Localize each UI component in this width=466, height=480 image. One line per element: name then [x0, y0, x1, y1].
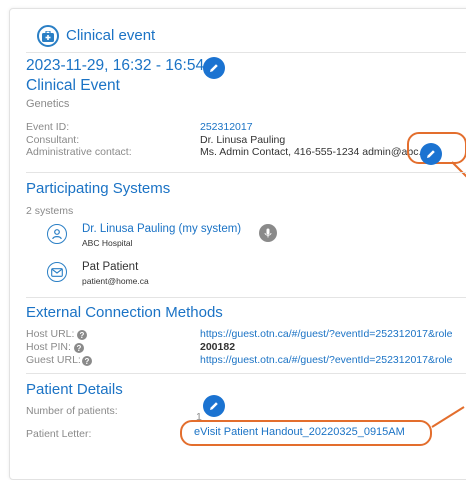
consultant-value: Dr. Linusa Pauling: [200, 134, 286, 146]
edit-patients-button[interactable]: [203, 395, 225, 417]
admin-contact-label: Administrative contact:: [26, 146, 132, 158]
pencil-icon: [427, 150, 435, 158]
admin-contact-value: Ms. Admin Contact, 416-555-1234 admin@ab…: [200, 146, 437, 158]
event-datetime: 2023-11-29, 16:32 - 16:54: [26, 57, 205, 74]
host-pin-label: Host PIN:: [26, 341, 71, 353]
patient-letter-link[interactable]: eVisit Patient Handout_20220325_0915AM: [194, 426, 405, 438]
divider: [26, 297, 466, 298]
callout-pointer-line: [451, 161, 466, 178]
systems-count: 2 systems: [26, 205, 74, 217]
edit-admin-contact-button[interactable]: [420, 143, 442, 165]
pencil-icon: [210, 64, 218, 72]
host-url-link[interactable]: https://guest.otn.ca/#/guest/?eventId=25…: [200, 328, 452, 340]
guest-url-label: Guest URL:: [26, 354, 81, 366]
event-id-value: 252312017: [200, 121, 253, 133]
number-of-patients-label: Number of patients:: [26, 405, 118, 417]
event-subtitle: Genetics: [26, 98, 70, 110]
user-icon: [47, 224, 67, 244]
divider: [26, 172, 466, 173]
system-detail-2: patient@home.ca: [82, 276, 149, 286]
help-icon[interactable]: ?: [82, 356, 92, 366]
edit-datetime-button[interactable]: [203, 57, 225, 79]
event-id-label: Event ID:: [26, 121, 70, 133]
system-detail-1: ABC Hospital: [82, 238, 133, 248]
help-icon[interactable]: ?: [77, 330, 87, 340]
pencil-icon: [210, 402, 218, 410]
system-name-2: Pat Patient: [82, 261, 139, 273]
guest-url-link[interactable]: https://guest.otn.ca/#/guest/?eventId=25…: [200, 354, 452, 366]
divider: [26, 373, 466, 374]
host-pin-value: 200182: [200, 341, 236, 353]
microphone-icon[interactable]: [259, 224, 277, 242]
envelope-icon: [47, 262, 67, 282]
consultant-label: Consultant:: [26, 134, 80, 146]
patient-letter-label: Patient Letter:: [26, 428, 92, 440]
external-connection-title: External Connection Methods: [26, 304, 223, 321]
header-title: Clinical event: [66, 27, 156, 44]
event-title: Clinical Event: [26, 77, 120, 94]
help-icon[interactable]: ?: [74, 343, 84, 353]
divider: [26, 52, 466, 53]
patient-details-title: Patient Details: [26, 381, 123, 398]
participating-systems-title: Participating Systems: [26, 180, 171, 197]
system-name-1[interactable]: Dr. Linusa Pauling (my system): [82, 223, 241, 235]
host-url-label: Host URL:: [26, 328, 75, 340]
callout-pointer-line: [431, 406, 465, 428]
medical-kit-icon: [37, 25, 59, 47]
